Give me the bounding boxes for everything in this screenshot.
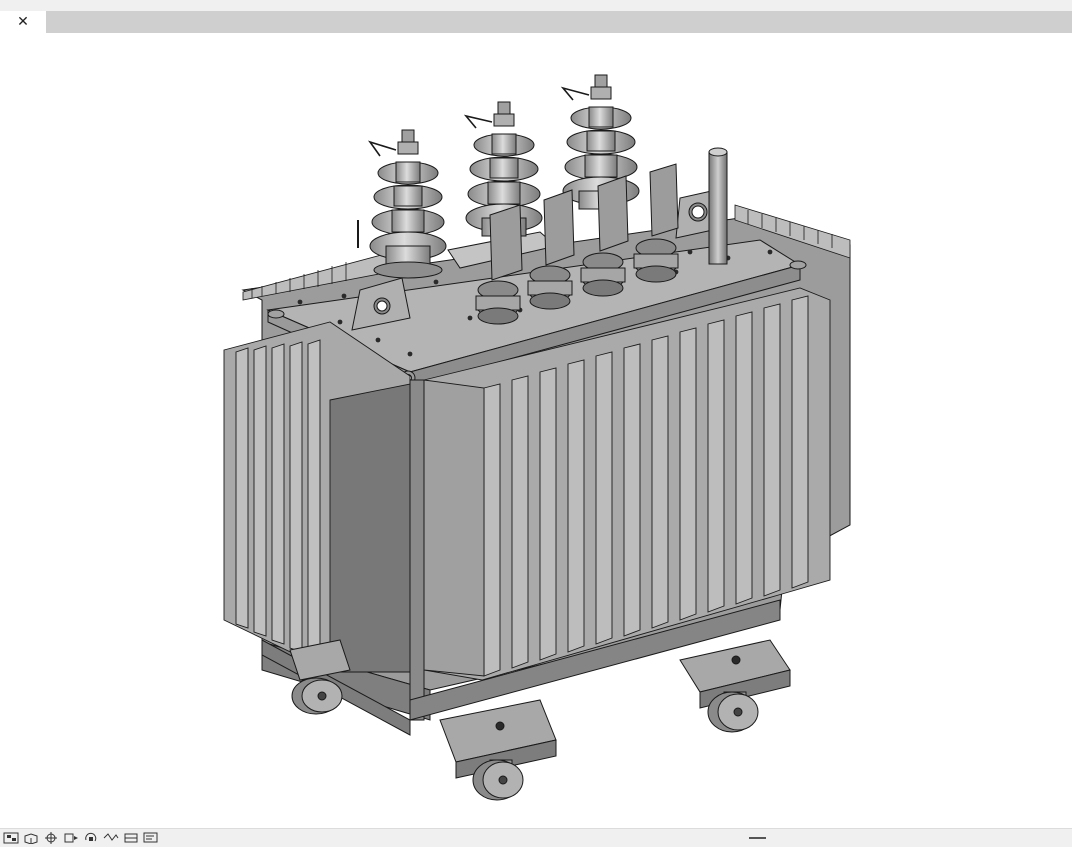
walk-icon[interactable] [102,831,120,845]
zoom-icon[interactable] [42,831,60,845]
view-toolbar [2,831,160,845]
3d-viewport[interactable] [0,33,1072,828]
close-icon[interactable]: ✕ [17,15,29,29]
rotate-icon[interactable] [82,831,100,845]
status-bar [0,828,1072,847]
view-cube-icon[interactable] [2,831,20,845]
transformer-model [223,74,851,801]
left-radiator-fins [223,321,411,673]
status-center-marker [749,837,766,839]
pan-icon[interactable] [62,831,80,845]
document-tab[interactable]: ✕ [0,11,46,33]
window-top-strip [0,0,1072,11]
box-view-icon[interactable] [22,831,40,845]
display-icon[interactable] [142,831,160,845]
section-icon[interactable] [122,831,140,845]
tab-strip-empty [46,11,1072,33]
document-tab-bar: ✕ [0,11,1072,33]
breather-pipe [708,147,728,265]
